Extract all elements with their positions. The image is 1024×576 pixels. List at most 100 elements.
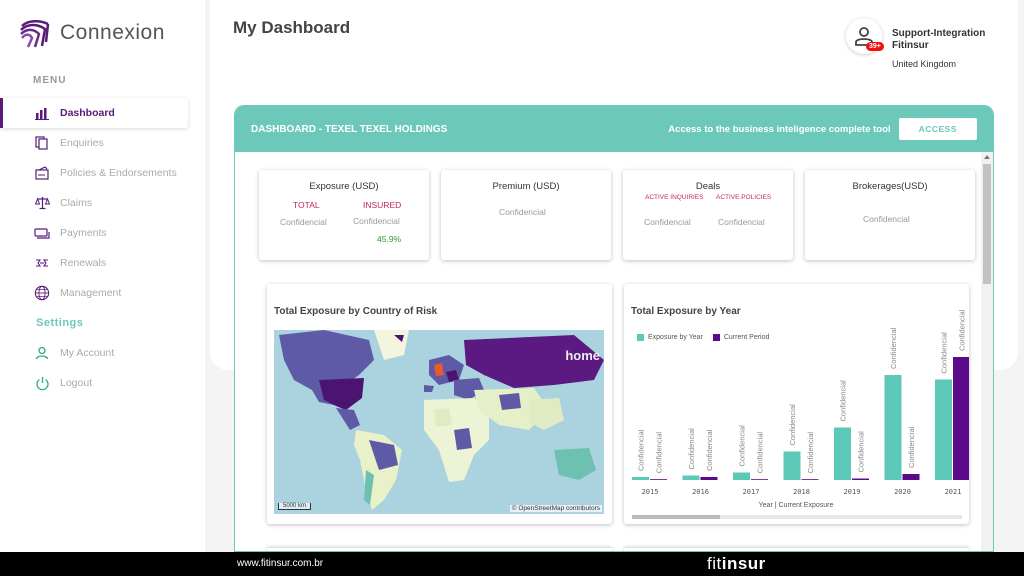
x-axis-label: Year | Current Exposure xyxy=(759,502,834,509)
kpi-title: Brokerages(USD) xyxy=(852,181,928,192)
notification-badge[interactable]: 39+ xyxy=(866,42,884,51)
x-tick-label: 2019 xyxy=(844,488,861,496)
chart-bar[interactable] xyxy=(801,479,819,480)
kpi-total-value: Confidencial xyxy=(280,217,327,227)
footer-url[interactable]: www.fitinsur.com.br xyxy=(237,558,323,569)
power-icon xyxy=(34,375,50,391)
kpi-insured-label: INSURED xyxy=(363,200,402,210)
kpi-insured-percent: 45.9% xyxy=(377,234,402,244)
dashboard-header: DASHBOARD - TEXEL TEXEL HOLDINGS Access … xyxy=(235,106,993,152)
bar-data-label: Confidencial xyxy=(637,429,646,471)
sidebar-item-my-account[interactable]: My Account xyxy=(0,338,205,368)
scale-icon xyxy=(34,195,50,211)
sidebar-item-label: Payments xyxy=(60,227,107,239)
bar-data-label: Confidencial xyxy=(889,327,898,369)
chart-bar[interactable] xyxy=(852,478,869,481)
fitinsur-logo: fitinsur xyxy=(707,554,766,573)
chart-hscroll-thumb[interactable] xyxy=(632,515,720,519)
sidebar-item-logout[interactable]: Logout xyxy=(0,368,205,398)
user-name: Support-Integration Fitinsur xyxy=(892,28,986,51)
bar-data-label: Confidencial xyxy=(655,432,664,474)
sidebar-item-enquiries[interactable]: Enquiries xyxy=(0,128,205,158)
connexion-logo-icon xyxy=(20,20,50,48)
sidebar-item-label: Logout xyxy=(60,377,93,389)
user-country: United Kingdom xyxy=(892,59,957,69)
kpi-premium-card: Premium (USD) Confidencial xyxy=(441,170,611,260)
kpi-title: Premium (USD) xyxy=(492,181,560,192)
bar-data-label: Confidencial xyxy=(857,431,866,473)
sidebar-item-label: Enquiries xyxy=(60,137,104,149)
chart-bar[interactable] xyxy=(632,477,649,480)
kpi-brokerages-card: Brokerages(USD) Confidencial xyxy=(805,170,975,260)
kpi-total-label: TOTAL xyxy=(293,200,320,210)
policy-icon xyxy=(34,165,50,181)
chart-bar[interactable] xyxy=(751,479,768,480)
x-tick-label: 2020 xyxy=(894,488,911,496)
access-button[interactable]: ACCESS xyxy=(898,118,977,140)
sidebar-nav: Dashboard Enquiries Policies & Endorseme… xyxy=(0,98,205,398)
vertical-scrollbar[interactable] xyxy=(981,152,993,551)
globe-icon xyxy=(34,285,50,301)
sidebar-item-label: Policies & Endorsements xyxy=(60,167,177,179)
chart-bar[interactable] xyxy=(733,472,750,481)
chart-bar[interactable] xyxy=(682,475,700,481)
main-area: My Dashboard 39+ Support-Integration Fit… xyxy=(210,0,1024,552)
kpi-inquiries-value: Confidencial xyxy=(644,217,691,227)
x-tick-label: 2018 xyxy=(793,488,810,496)
dashboard-title: DASHBOARD - TEXEL TEXEL HOLDINGS xyxy=(251,123,448,135)
world-map-shapes xyxy=(279,330,604,510)
sidebar-item-label: Dashboard xyxy=(60,107,115,119)
user-icon xyxy=(34,345,50,361)
scroll-up-arrow-icon[interactable] xyxy=(984,155,990,159)
bar-data-label: Confidencial xyxy=(705,429,714,471)
sidebar-item-policies[interactable]: Policies & Endorsements xyxy=(0,158,205,188)
sidebar: Connexion MENU Dashboard Enquiries Polic… xyxy=(0,0,205,552)
chart-bar[interactable] xyxy=(953,357,969,480)
bar-data-label: Confidencial xyxy=(940,332,949,374)
page-title: My Dashboard xyxy=(233,18,351,37)
dashboard-panel: DASHBOARD - TEXEL TEXEL HOLDINGS Access … xyxy=(234,105,994,552)
sidebar-item-claims[interactable]: Claims xyxy=(0,188,205,218)
kpi-title: Deals xyxy=(695,181,721,192)
map-home-label[interactable]: home xyxy=(565,348,600,363)
chart-bar[interactable] xyxy=(834,427,851,481)
sidebar-item-label: Renewals xyxy=(60,257,107,269)
sidebar-item-label: Claims xyxy=(60,197,93,209)
map-title: Total Exposure by Country of Risk xyxy=(274,306,438,317)
x-tick-label: 2016 xyxy=(692,488,709,496)
map-card: Total Exposure by Country of Risk home 5… xyxy=(267,284,612,524)
sidebar-item-renewals[interactable]: Renewals xyxy=(0,248,205,278)
brand-name: Connexion xyxy=(60,21,165,44)
chart-bar[interactable] xyxy=(650,479,667,480)
bar-chart-icon xyxy=(34,105,50,121)
chart-bar[interactable] xyxy=(884,375,902,480)
kpi-exposure-card: Exposure (USD) TOTAL INSURED Confidencia… xyxy=(259,170,429,260)
kpi-deals-card: Deals ACTIVE INQUIRIES ACTIVE POLICIES C… xyxy=(623,170,793,260)
sidebar-item-dashboard[interactable]: Dashboard xyxy=(0,98,188,128)
settings-label: Settings xyxy=(36,317,84,329)
chart-bar[interactable] xyxy=(902,474,920,480)
bar-data-label: Confidencial xyxy=(839,380,848,422)
world-map[interactable]: home 5000 km © OpenStreetMap contributor… xyxy=(274,330,604,514)
kpi-active-policies-label: ACTIVE POLICIES xyxy=(716,194,772,201)
x-tick-label: 2017 xyxy=(743,488,760,496)
bar-data-label: Confidencial xyxy=(907,426,916,468)
bar-data-label: Confidencial xyxy=(756,432,765,474)
access-text: Access to the business inteligence compl… xyxy=(668,123,891,135)
exposure-by-year-card: Total Exposure by Year Exposure by Year … xyxy=(624,284,969,524)
map-attribution[interactable]: © OpenStreetMap contributors xyxy=(509,505,602,512)
user-profile[interactable]: 39+ Support-Integration Fitinsur United … xyxy=(846,18,1016,78)
bar-data-label: Confidencial xyxy=(687,428,696,470)
sidebar-item-label: Management xyxy=(60,287,122,299)
scroll-thumb[interactable] xyxy=(983,164,991,284)
kpi-title: Exposure (USD) xyxy=(309,181,379,192)
chart-bar[interactable] xyxy=(783,451,801,481)
kpi-policies-value: Confidencial xyxy=(718,217,765,227)
sidebar-item-payments[interactable]: Payments xyxy=(0,218,205,248)
chart-bar[interactable] xyxy=(935,379,952,481)
sidebar-item-label: My Account xyxy=(60,347,115,359)
chart-bar[interactable] xyxy=(700,477,718,480)
bar-data-label: Confidencial xyxy=(958,309,967,351)
brand-logo[interactable]: Connexion xyxy=(18,16,165,50)
sidebar-item-management[interactable]: Management xyxy=(0,278,205,308)
